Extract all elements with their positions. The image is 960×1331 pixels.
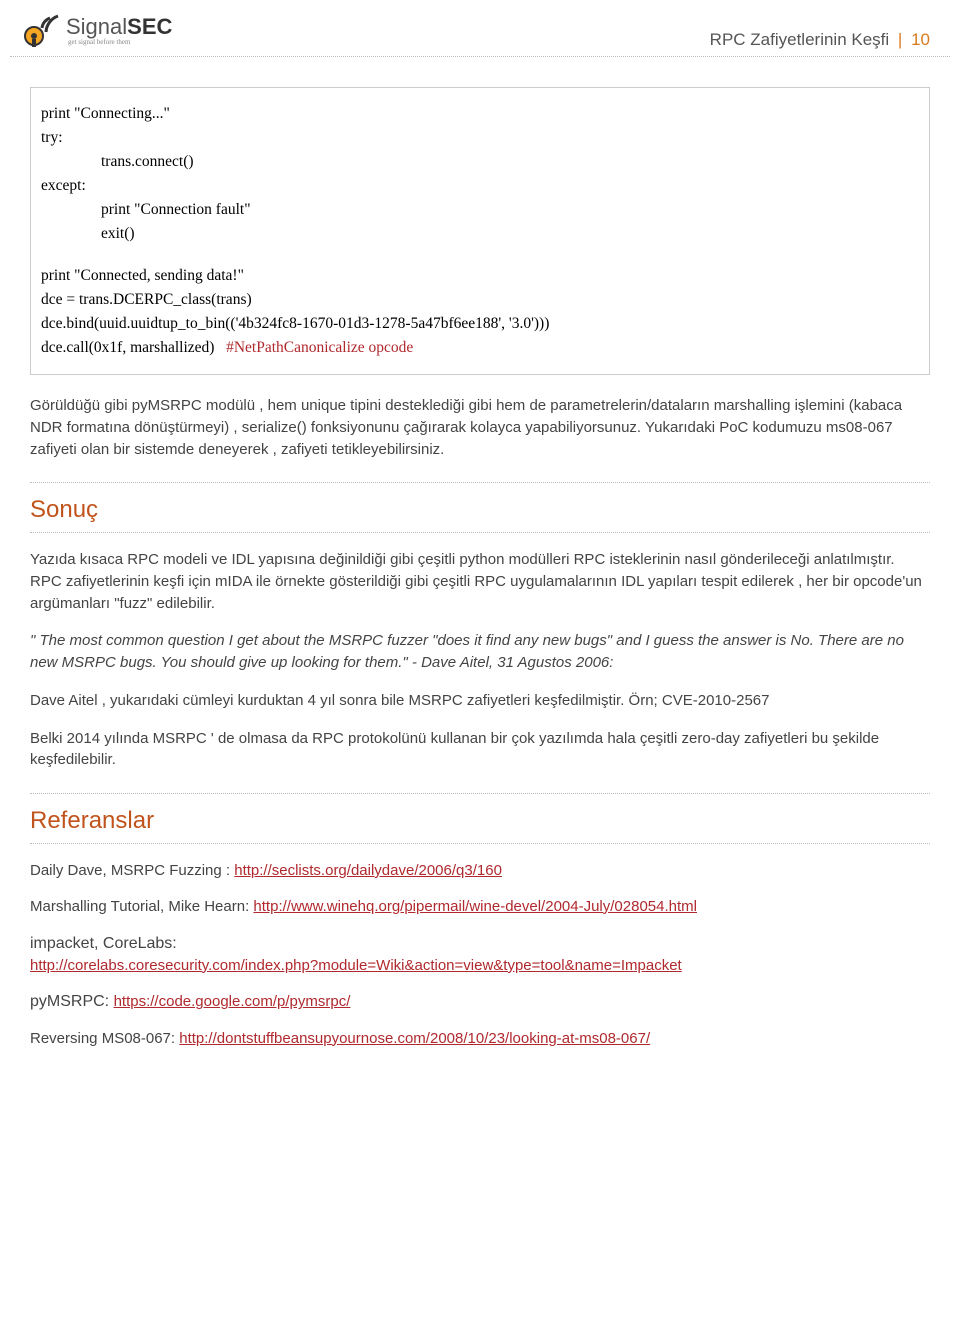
paragraph: Yazıda kısaca RPC modeli ve IDL yapısına… [30,549,930,614]
paragraph: Dave Aitel , yukarıdaki cümleyi kurdukta… [30,690,930,712]
code-line: dce = trans.DCERPC_class(trans) [41,288,919,312]
page-sep: | [898,30,902,49]
logo-brand-b: SEC [127,14,172,39]
ref-label: Marshalling Tutorial, Mike Hearn: [30,898,253,915]
section-rule [30,532,930,533]
logo-brand-a: Signal [66,14,127,39]
section-rule [30,482,930,483]
section-rule [30,843,930,844]
page-label: RPC Zafiyetlerinin Keşfi | 10 [710,30,930,50]
paragraph-quote: " The most common question I get about t… [30,630,930,674]
reference-item: Reversing MS08-067: http://dontstuffbean… [30,1028,930,1050]
code-block: print "Connecting..." try: trans.connect… [30,87,930,375]
reference-item: Daily Dave, MSRPC Fuzzing : http://secli… [30,860,930,882]
ref-label: pyMSRPC: [30,993,114,1010]
logo: SignalSEC get signal before them [20,10,172,50]
ref-label: impacket, CoreLabs: [30,935,177,952]
code-comment: #NetPathCanonicalize opcode [226,339,413,356]
main-content: print "Connecting..." try: trans.connect… [0,87,960,1083]
ref-link[interactable]: http://corelabs.coresecurity.com/index.p… [30,957,682,974]
ref-link[interactable]: http://dontstuffbeansupyournose.com/2008… [179,1030,650,1047]
code-line: except: [41,174,919,198]
code-line: dce.bind(uuid.uuidtup_to_bin(('4b324fc8-… [41,312,919,336]
code-line: print "Connecting..." [41,102,919,126]
code-line: try: [41,126,919,150]
page-title: RPC Zafiyetlerinin Keşfi [710,30,890,49]
code-line: print "Connection fault" [41,198,919,222]
section-heading-sonuc: Sonuç [30,493,930,528]
code-line: trans.connect() [41,150,919,174]
section-rule [30,793,930,794]
ref-link[interactable]: https://code.google.com/p/pymsrpc/ [114,993,351,1010]
logo-icon [20,10,60,50]
ref-link[interactable]: http://seclists.org/dailydave/2006/q3/16… [234,862,502,879]
section-heading-referanslar: Referanslar [30,804,930,839]
reference-item: impacket, CoreLabs: http://corelabs.core… [30,932,930,977]
code-line: dce.call(0x1f, marshallized) #NetPathCan… [41,336,919,360]
logo-tagline: get signal before them [68,38,172,46]
reference-item: pyMSRPC: https://code.google.com/p/pymsr… [30,990,930,1013]
paragraph: Belki 2014 yılında MSRPC ' de olmasa da … [30,728,930,772]
page-header: SignalSEC get signal before them RPC Zaf… [0,0,960,56]
ref-label: Reversing MS08-067: [30,1030,179,1047]
code-line: exit() [41,222,919,246]
header-rule [10,56,950,57]
ref-label: Daily Dave, MSRPC Fuzzing : [30,862,234,879]
code-line: print "Connected, sending data!" [41,264,919,288]
reference-item: Marshalling Tutorial, Mike Hearn: http:/… [30,896,930,918]
logo-text: SignalSEC get signal before them [66,14,172,46]
ref-link[interactable]: http://www.winehq.org/pipermail/wine-dev… [253,898,697,915]
paragraph: Görüldüğü gibi pyMSRPC modülü , hem uniq… [30,395,930,460]
page-number: 10 [911,30,930,49]
